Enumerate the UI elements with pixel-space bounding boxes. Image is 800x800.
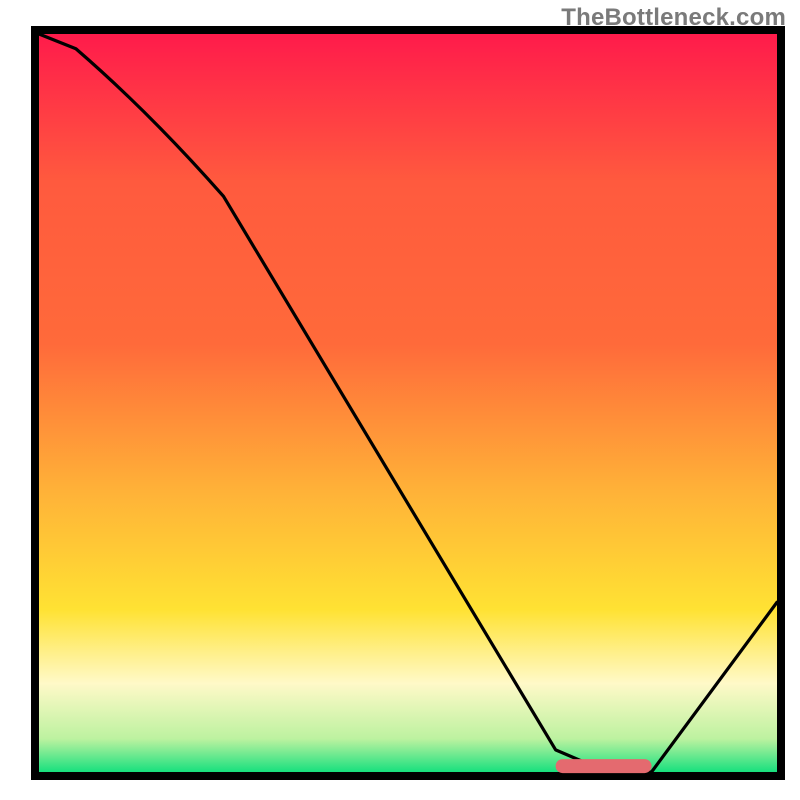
valley-marker [556,759,652,773]
chart-svg [0,0,800,800]
chart-stage: TheBottleneck.com [0,0,800,800]
plot-gradient-background [39,34,777,772]
